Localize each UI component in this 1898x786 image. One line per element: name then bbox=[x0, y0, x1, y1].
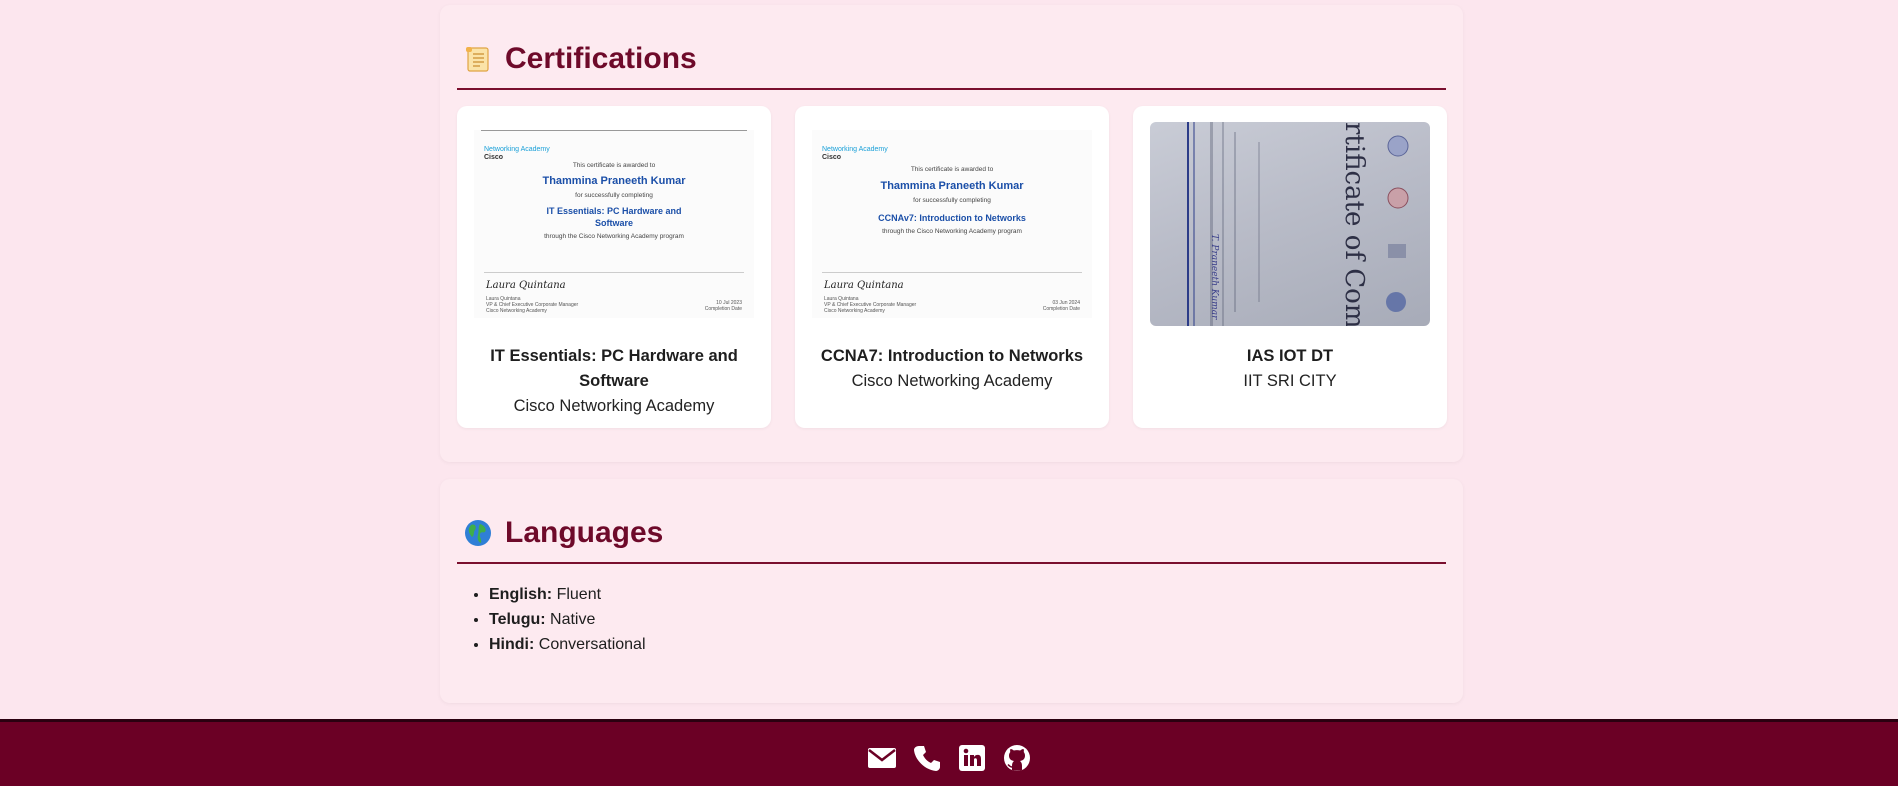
certification-title: IT Essentials: PC Hardware and Software bbox=[490, 347, 738, 390]
certification-card[interactable]: Networking Academy Cisco This certificate… bbox=[457, 106, 771, 428]
certificate-lead: This certificate is awarded to bbox=[572, 162, 656, 169]
certificate-course: CCNAv7: Introduction to Networks bbox=[878, 213, 1026, 223]
certificate-program: through the Cisco Networking Academy pro… bbox=[882, 228, 1022, 235]
linkedin-icon[interactable] bbox=[957, 743, 987, 773]
footer bbox=[0, 719, 1898, 786]
certificate-date: 10 Jul 2023 Completion Date bbox=[704, 300, 742, 312]
certificate-program: through the Cisco Networking Academy pro… bbox=[544, 233, 684, 240]
certification-cards: Networking Academy Cisco This certificate… bbox=[457, 106, 1447, 428]
certificate-handwritten-name: T. Praneeth Kumar bbox=[1209, 234, 1219, 320]
certificate-for-text: for successfully completing bbox=[575, 192, 653, 199]
certification-title: CCNA7: Introduction to Networks bbox=[820, 347, 1084, 365]
certificate-course: IT Essentials: PC Hardware and Software bbox=[546, 206, 682, 228]
certification-card[interactable]: Networking Academy Cisco This certificate… bbox=[795, 106, 1109, 428]
certificate-signature: Laura Quintana bbox=[824, 280, 904, 291]
certificate-heading-text: rtificate of Comple bbox=[1339, 122, 1369, 326]
list-item: Hindi: Conversational bbox=[489, 632, 1446, 657]
cisco-logo: Networking Academy Cisco bbox=[822, 146, 888, 161]
certificate-photo[interactable]: T. Praneeth Kumar rtificate of Comple bbox=[1150, 122, 1430, 326]
certification-issuer: Cisco Networking Academy bbox=[513, 397, 715, 415]
list-item: English: Fluent bbox=[489, 582, 1446, 607]
certificate-signature: Laura Quintana bbox=[486, 280, 566, 291]
certification-issuer: Cisco Networking Academy bbox=[851, 372, 1053, 390]
certification-title: IAS IOT DT bbox=[1246, 347, 1334, 365]
list-item: Telugu: Native bbox=[489, 607, 1446, 632]
email-icon[interactable] bbox=[867, 743, 897, 773]
certification-issuer: IIT SRI CITY bbox=[1243, 372, 1337, 390]
languages-section: Languages English: Fluent Telugu: Native… bbox=[440, 479, 1463, 703]
scroll-icon bbox=[463, 44, 493, 74]
certifications-title: Certifications bbox=[505, 41, 697, 75]
cisco-logo: Networking Academy Cisco bbox=[484, 146, 550, 161]
github-icon[interactable] bbox=[1002, 743, 1032, 773]
certificate-image[interactable]: Networking Academy Cisco This certificate… bbox=[812, 122, 1092, 326]
certification-card[interactable]: T. Praneeth Kumar rtificate of Comple IA… bbox=[1133, 106, 1447, 428]
certificate-lead: This certificate is awarded to bbox=[910, 166, 994, 173]
certifications-section: Certifications Networking Academy Cisco T… bbox=[440, 5, 1463, 462]
certificate-recipient: Thammina Praneeth Kumar bbox=[542, 175, 686, 187]
globe-icon bbox=[463, 518, 493, 548]
certifications-header: Certifications bbox=[457, 5, 1446, 90]
certificate-recipient: Thammina Praneeth Kumar bbox=[880, 180, 1024, 192]
certificate-image[interactable]: Networking Academy Cisco This certificate… bbox=[474, 122, 754, 326]
certificate-date: 03 Jun 2024 Completion Date bbox=[1042, 300, 1080, 312]
certificate-signer: Laura Quintana VP & Chief Executive Corp… bbox=[486, 296, 579, 314]
phone-icon[interactable] bbox=[912, 743, 942, 773]
languages-header: Languages bbox=[457, 479, 1446, 564]
languages-title: Languages bbox=[505, 515, 664, 549]
languages-list: English: Fluent Telugu: Native Hindi: Co… bbox=[457, 582, 1446, 657]
certificate-signer: Laura Quintana VP & Chief Executive Corp… bbox=[824, 296, 917, 314]
certificate-for-text: for successfully completing bbox=[913, 197, 991, 204]
